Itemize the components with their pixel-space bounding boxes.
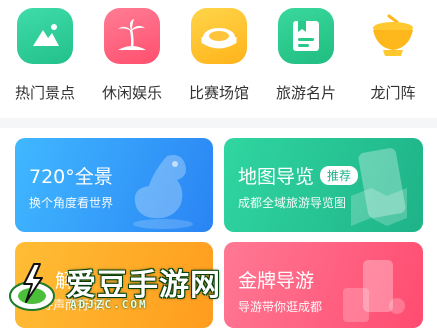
map-guide-title: 地图导览 <box>238 166 315 188</box>
dino-illustration-icon <box>133 155 193 229</box>
category-icon-row: 热门景点 休闲娱乐 比赛场馆 旅游名片 龙门阵 <box>0 0 437 118</box>
tour-guide-illustration-icon <box>343 260 405 322</box>
category-label: 热门景点 <box>14 84 75 102</box>
map-guide-title-row: 地图导览 推荐 <box>238 162 359 189</box>
watermark-url: ADJZC.COM <box>70 298 148 311</box>
site-watermark: 爱豆手游网 ADJZC.COM <box>4 258 264 318</box>
watermark-logo-icon <box>9 263 55 311</box>
section-divider <box>0 118 437 128</box>
palm-island-icon <box>104 8 160 64</box>
category-label: 旅游名片 <box>275 84 336 102</box>
category-hot-spots[interactable]: 热门景点 <box>3 8 87 103</box>
category-label: 休闲娱乐 <box>101 84 162 102</box>
category-label: 比赛场馆 <box>188 84 249 102</box>
category-stadiums[interactable]: 比赛场馆 <box>177 8 261 103</box>
recommend-badge: 推荐 <box>320 166 359 185</box>
map-guide-card[interactable]: 地图导览 推荐 成都全域旅游导览图 <box>224 138 423 232</box>
mountain-icon <box>17 8 73 64</box>
panorama-title: 720°全景 <box>29 166 113 188</box>
panorama-subtitle: 换个角度看世界 <box>29 196 114 210</box>
category-travel-card[interactable]: 旅游名片 <box>264 8 348 103</box>
category-longmenzhen[interactable]: 龙门阵 <box>351 8 435 103</box>
card-bookmark-icon <box>278 8 334 64</box>
map-guide-subtitle: 成都全域旅游导览图 <box>238 196 347 210</box>
panorama-card[interactable]: 720°全景 换个角度看世界 <box>15 138 213 232</box>
category-label: 龙门阵 <box>370 84 416 102</box>
category-leisure[interactable]: 休闲娱乐 <box>90 8 174 103</box>
teacup-icon <box>365 8 421 64</box>
stadium-icon <box>191 8 247 64</box>
